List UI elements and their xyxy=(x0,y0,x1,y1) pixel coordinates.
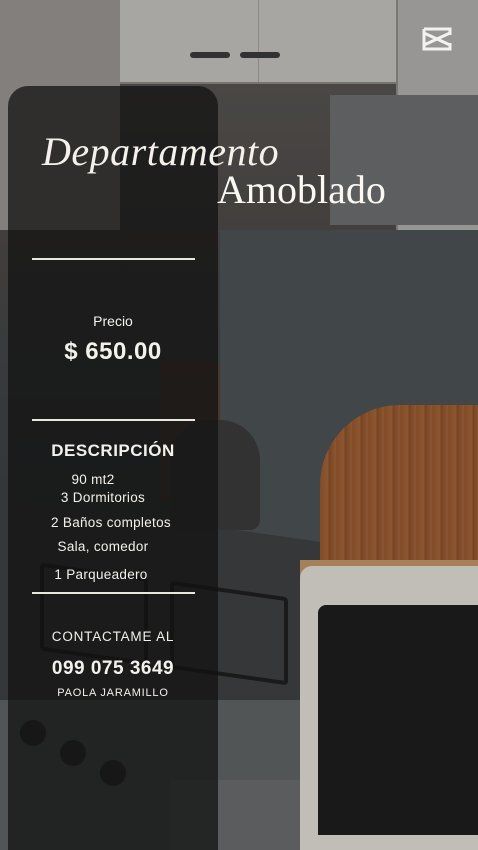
description-item: 1 Parqueadero xyxy=(54,567,148,582)
capcut-logo-icon xyxy=(422,27,452,51)
description-item: 2 Baños completos xyxy=(51,515,171,530)
description-item: Sala, comedor xyxy=(57,539,149,554)
price-value: $ 650.00 xyxy=(64,338,162,365)
description-item: 3 Dormitorios xyxy=(60,490,146,505)
description-heading: DESCRIPCIÓN xyxy=(51,441,175,460)
description-item: 90 mt2 xyxy=(71,472,115,487)
contact-heading: CONTACTAME AL xyxy=(51,629,175,644)
contact-phone: 099 075 3649 xyxy=(51,658,175,679)
contact-name: PAOLA JARAMILLO xyxy=(57,687,169,699)
divider xyxy=(32,592,195,594)
info-panel xyxy=(8,86,218,850)
price-label: Precio xyxy=(93,313,133,329)
divider xyxy=(32,258,195,260)
title-line-2: Amoblado xyxy=(217,167,386,212)
divider xyxy=(32,419,195,421)
